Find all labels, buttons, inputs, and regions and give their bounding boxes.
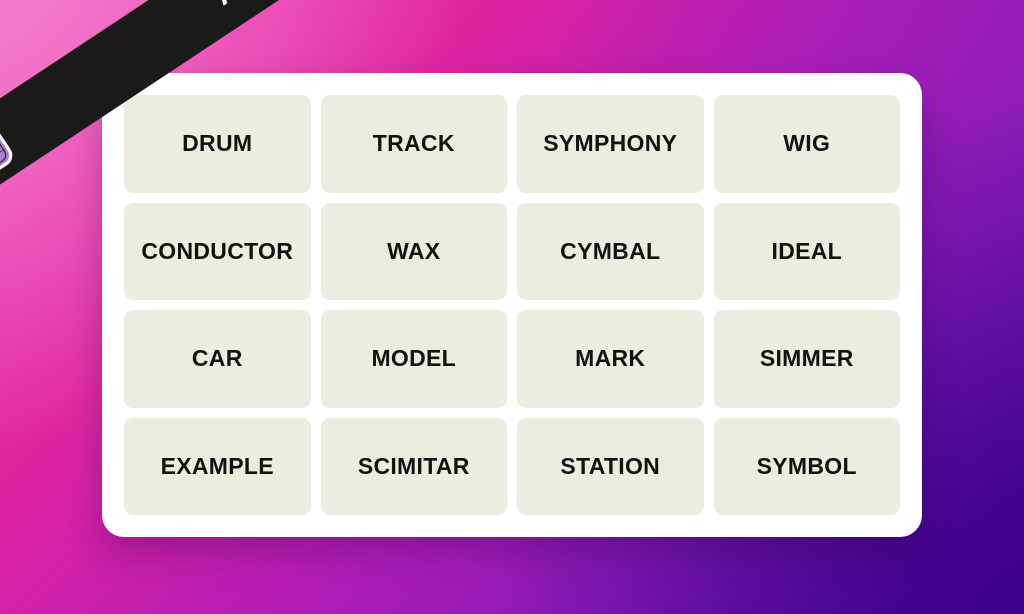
puzzle-grid-icon [0, 117, 19, 186]
word-tile-label: MODEL [371, 345, 457, 372]
word-tile-label: CYMBAL [560, 237, 661, 264]
word-tile-label: SIMMER [759, 345, 854, 372]
word-tile-label: WIG [783, 130, 831, 157]
word-tile[interactable]: MARK [517, 310, 704, 408]
word-tile-label: IDEAL [771, 237, 842, 264]
word-tile-label: STATION [560, 452, 661, 479]
puzzle-card: DRUM TRACK SYMPHONY WIG CONDUCTOR WAX CY… [102, 73, 922, 537]
word-tile-label: MARK [575, 345, 646, 372]
word-tile-label: WAX [387, 237, 441, 264]
word-tile-label: SYMPHONY [543, 130, 678, 157]
date-banner-label: APRIL 21 [207, 0, 354, 13]
word-grid: DRUM TRACK SYMPHONY WIG CONDUCTOR WAX CY… [124, 95, 900, 515]
word-tile[interactable]: STATION [517, 417, 704, 515]
word-tile[interactable]: SIMMER [713, 310, 900, 408]
word-tile-label: TRACK [372, 130, 455, 157]
word-tile[interactable]: TRACK [320, 95, 507, 193]
word-tile[interactable]: DRUM [124, 95, 311, 193]
word-tile[interactable]: SYMPHONY [517, 95, 704, 193]
word-tile[interactable]: CYMBAL [517, 202, 704, 300]
word-tile-label: EXAMPLE [160, 452, 274, 479]
word-tile[interactable]: WAX [320, 202, 507, 300]
word-tile-label: SCIMITAR [357, 452, 470, 479]
word-tile-label: CAR [191, 345, 243, 372]
word-tile[interactable]: WIG [713, 95, 900, 193]
word-tile[interactable]: MODEL [320, 310, 507, 408]
word-tile-label: CONDUCTOR [141, 237, 294, 264]
word-tile[interactable]: SCIMITAR [320, 417, 507, 515]
word-tile[interactable]: IDEAL [713, 202, 900, 300]
word-tile-label: SYMBOL [756, 452, 857, 479]
word-tile[interactable]: CAR [124, 310, 311, 408]
word-tile[interactable]: SYMBOL [713, 417, 900, 515]
word-tile-label: DRUM [182, 130, 253, 157]
word-tile[interactable]: CONDUCTOR [124, 202, 311, 300]
word-tile[interactable]: EXAMPLE [124, 417, 311, 515]
